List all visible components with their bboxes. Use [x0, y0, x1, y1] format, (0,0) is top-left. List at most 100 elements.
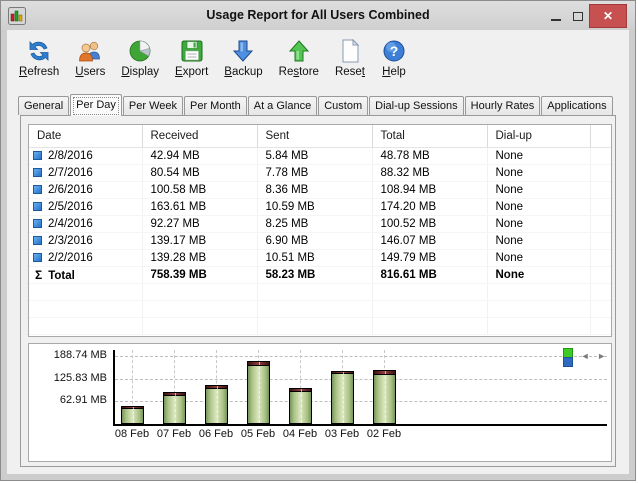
minimize-button[interactable]: [545, 4, 567, 28]
y-axis-label: 188.74 MB: [53, 349, 107, 361]
scroll-left-button[interactable]: ◄: [581, 351, 590, 361]
empty-cell: [590, 300, 611, 318]
restore-button[interactable]: Restore: [271, 35, 327, 81]
header-date[interactable]: Date: [29, 125, 143, 148]
empty-cell: [142, 283, 258, 301]
y-axis-label: 125.83 MB: [53, 372, 107, 384]
window-title: Usage Report for All Users Combined: [206, 8, 430, 22]
empty-cell: [257, 283, 373, 301]
maximize-button[interactable]: [567, 4, 589, 28]
empty-cell: [257, 300, 373, 318]
tab-general[interactable]: General: [18, 96, 70, 115]
tab-applications[interactable]: Applications: [541, 96, 613, 115]
received-cell: 139.17 MB: [142, 232, 258, 250]
table-row[interactable]: 2/5/2016 163.61 MB 10.59 MB 174.20 MB None: [29, 198, 611, 216]
refresh-button[interactable]: Refresh: [11, 35, 67, 81]
display-button[interactable]: Display: [113, 35, 167, 81]
users-icon: [79, 41, 101, 62]
chart-legend: [563, 348, 573, 367]
table-total-row[interactable]: Σ Total 758.39 MB 58.23 MB 816.61 MB None: [29, 266, 611, 284]
x-axis-label: 08 Feb: [114, 428, 150, 440]
bar-center-line: [384, 371, 386, 423]
restore-icon: [288, 40, 309, 62]
sent-cell: 7.78 MB: [257, 164, 373, 182]
header-sent[interactable]: Sent: [257, 125, 373, 148]
x-axis-line: [113, 424, 607, 426]
header-received[interactable]: Received: [142, 125, 258, 148]
toolbar-label: Reset: [334, 66, 365, 78]
dialup-cell: None: [487, 232, 591, 250]
sent-cell: 6.90 MB: [257, 232, 373, 250]
dialup-cell: None: [487, 249, 591, 267]
dialup-cell: None: [487, 181, 591, 199]
export-button[interactable]: Export: [167, 35, 216, 81]
bar-center-line: [174, 393, 176, 423]
tab-dial-up-sessions[interactable]: Dial-up Sessions: [369, 96, 464, 115]
filler-cell: [590, 181, 611, 199]
date-cell: 2/6/2016: [29, 181, 143, 199]
blue-square-icon: [33, 235, 42, 245]
tabstrip: General Per Day Per Week Per Month At a …: [18, 94, 618, 116]
empty-cell: [29, 317, 143, 335]
backup-button[interactable]: Backup: [216, 35, 270, 81]
blue-square-icon: [33, 252, 42, 262]
bar-center-line: [342, 372, 344, 423]
users-button[interactable]: Users: [67, 35, 113, 81]
chart-panel: ◄ ► 188.74 MB 125.83 MB 62.91 MB 08 Feb 07 F…: [28, 343, 612, 462]
blue-square-icon: [33, 150, 42, 160]
filler-cell: [590, 164, 611, 182]
table-row[interactable]: 2/6/2016 100.58 MB 8.36 MB 108.94 MB None: [29, 181, 611, 199]
svg-text:?: ?: [390, 43, 399, 59]
minimize-icon: [551, 19, 561, 21]
table-row[interactable]: 2/7/2016 80.54 MB 7.78 MB 88.32 MB None: [29, 164, 611, 182]
tab-per-day[interactable]: Per Day: [70, 94, 122, 116]
table-row[interactable]: 2/2/2016 139.28 MB 10.51 MB 149.79 MB None: [29, 249, 611, 267]
total-cell: 100.52 MB: [372, 215, 488, 233]
help-button[interactable]: ? Help: [373, 35, 415, 81]
tab-custom[interactable]: Custom: [318, 96, 369, 115]
tab-per-week[interactable]: Per Week: [122, 96, 183, 115]
sent-cell: 5.84 MB: [257, 147, 373, 165]
table-row[interactable]: 2/3/2016 139.17 MB 6.90 MB 146.07 MB None: [29, 232, 611, 250]
empty-cell: [29, 300, 143, 318]
table-row[interactable]: 2/8/2016 42.94 MB 5.84 MB 48.78 MB None: [29, 147, 611, 165]
total-cell: 149.79 MB: [372, 249, 488, 267]
total-cell: 88.32 MB: [372, 164, 488, 182]
usage-table-body: 2/8/2016 42.94 MB 5.84 MB 48.78 MB None 2/7/2…: [29, 147, 611, 335]
dialup-cell: None: [487, 198, 591, 216]
total-cell: 146.07 MB: [372, 232, 488, 250]
empty-cell: [372, 317, 488, 335]
tab-per-month[interactable]: Per Month: [183, 96, 247, 115]
tab-at-a-glance[interactable]: At a Glance: [247, 96, 318, 115]
close-button[interactable]: ✕: [589, 4, 627, 28]
refresh-icon: [29, 41, 49, 61]
empty-cell: [142, 300, 258, 318]
tab-hourly-rates[interactable]: Hourly Rates: [464, 96, 541, 115]
header-dialup[interactable]: Dial-up: [487, 125, 591, 148]
titlebar: Usage Report for All Users Combined ✕: [1, 1, 635, 30]
total-cell: 48.78 MB: [372, 147, 488, 165]
filler-cell: [590, 198, 611, 216]
date-cell: 2/2/2016: [29, 249, 143, 267]
sent-cell: 10.51 MB: [257, 249, 373, 267]
scroll-right-button[interactable]: ►: [597, 351, 606, 361]
table-row[interactable]: 2/4/2016 92.27 MB 8.25 MB 100.52 MB None: [29, 215, 611, 233]
empty-row: [29, 317, 611, 335]
filler-cell: [590, 147, 611, 165]
sum-icon: Σ: [35, 267, 43, 282]
toolbar-label: Export: [175, 66, 209, 78]
usage-bar: [247, 361, 270, 424]
header-filler: [590, 125, 611, 148]
window: Usage Report for All Users Combined ✕ Re…: [0, 0, 636, 481]
total-label-cell: Σ Total: [29, 266, 143, 284]
backup-icon: [233, 40, 254, 62]
header-total[interactable]: Total: [372, 125, 488, 148]
reset-button[interactable]: Reset: [327, 35, 373, 81]
usage-bar: [289, 388, 312, 424]
x-axis-label: 03 Feb: [324, 428, 360, 440]
bar-center-line: [216, 386, 218, 423]
received-cell: 100.58 MB: [142, 181, 258, 199]
legend-sent-swatch[interactable]: [563, 357, 573, 367]
dialup-cell: None: [487, 164, 591, 182]
dialup-cell: None: [487, 215, 591, 233]
